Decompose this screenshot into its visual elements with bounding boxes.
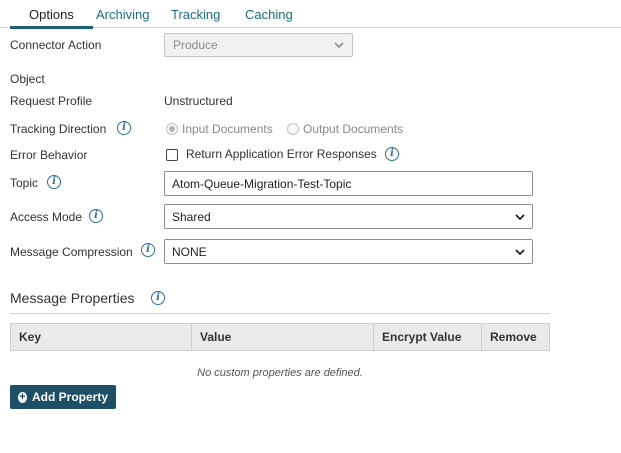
request-profile-label: Request Profile [10, 94, 93, 108]
message-compression-select[interactable]: NONE [164, 239, 533, 264]
properties-table-header: Key Value Encrypt Value Remove [10, 323, 550, 351]
tracking-direction-input-radio: Input Documents [166, 121, 273, 136]
topic-input-value: Atom-Queue-Migration-Test-Topic [172, 176, 352, 191]
info-icon[interactable]: i [385, 147, 399, 161]
radio-output-documents-label: Output Documents [303, 121, 404, 136]
return-error-responses-label[interactable]: Return Application Error Responses [186, 147, 377, 161]
connector-action-value: Produce [173, 38, 218, 52]
message-properties-title: Message Properties [10, 290, 135, 306]
column-header-key: Key [11, 324, 192, 350]
tracking-direction-label: Tracking Direction [10, 122, 107, 136]
info-icon[interactable]: i [117, 121, 131, 135]
empty-properties-message: No custom properties are defined. [197, 367, 363, 379]
message-compression-label: Message Compression [10, 245, 133, 259]
request-profile-value: Unstructured [164, 94, 233, 108]
radio-output-documents [287, 122, 299, 135]
column-header-encrypt-value: Encrypt Value [374, 324, 482, 350]
add-property-button[interactable]: + Add Property [10, 385, 116, 409]
tab-caching[interactable]: Caching [245, 7, 293, 22]
info-icon[interactable]: i [151, 291, 165, 305]
connector-action-select: Produce [164, 33, 353, 57]
access-mode-value: Shared [172, 209, 211, 224]
tab-options[interactable]: Options [10, 7, 93, 29]
info-icon[interactable]: i [47, 175, 61, 189]
column-header-remove: Remove [490, 330, 537, 344]
access-mode-label: Access Mode [10, 210, 83, 224]
topic-input[interactable]: Atom-Queue-Migration-Test-Topic [164, 171, 533, 196]
tab-bar: Options Archiving Tracking Caching [0, 0, 621, 29]
chevron-down-icon [334, 42, 344, 49]
info-icon[interactable]: i [89, 209, 103, 223]
return-error-responses-checkbox[interactable] [166, 149, 178, 161]
info-icon[interactable]: i [141, 243, 155, 257]
add-property-label: Add Property [31, 390, 108, 404]
plus-circle-icon: + [18, 390, 27, 403]
radio-input-documents [166, 122, 178, 135]
tracking-direction-output-radio: Output Documents [287, 121, 403, 136]
column-header-value: Value [192, 324, 374, 350]
chevron-down-icon [515, 213, 525, 220]
topic-label: Topic [10, 176, 39, 190]
chevron-down-icon [515, 248, 525, 255]
radio-input-documents-label: Input Documents [182, 121, 273, 136]
access-mode-select[interactable]: Shared [164, 204, 533, 229]
tab-archiving[interactable]: Archiving [96, 7, 149, 22]
object-label: Object [10, 72, 45, 86]
error-behavior-label: Error Behavior [10, 148, 88, 162]
connector-action-label: Connector Action [10, 38, 102, 52]
section-divider [10, 313, 550, 314]
tab-tracking[interactable]: Tracking [171, 7, 220, 22]
message-compression-value: NONE [172, 244, 207, 259]
